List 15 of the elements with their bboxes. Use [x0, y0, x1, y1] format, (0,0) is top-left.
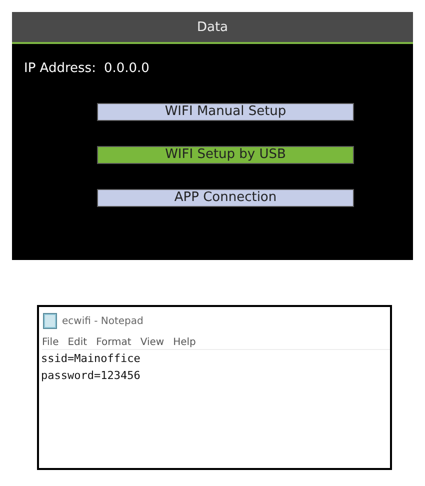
menu-button[interactable]: WIFI Setup by USB [97, 146, 354, 164]
ip-label: IP Address: [24, 61, 96, 76]
screen-title: Data [196, 20, 228, 34]
menu-item[interactable]: Help [173, 337, 196, 348]
text-line: password=123456 [41, 368, 142, 384]
menu-button[interactable]: WIFI Manual Setup [97, 103, 354, 121]
text-line: ssid=Mainoffice [41, 351, 142, 367]
ip-value: 0.0.0.0 [104, 61, 150, 76]
menu-button[interactable]: APP Connection [97, 189, 354, 207]
menu-item[interactable]: View [140, 337, 164, 348]
menu-item[interactable]: Edit [68, 337, 88, 348]
menu-item[interactable]: File [42, 337, 59, 348]
menu-item[interactable]: Format [96, 337, 132, 348]
window-title: ecwifi - Notepad [62, 316, 144, 326]
notepad-icon [43, 313, 57, 329]
